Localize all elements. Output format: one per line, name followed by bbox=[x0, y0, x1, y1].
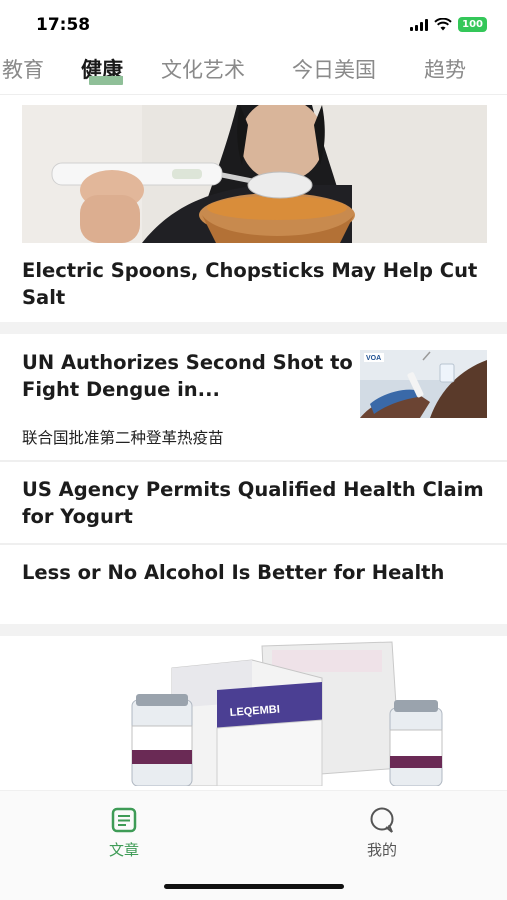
tab-trends[interactable]: 趋势 bbox=[424, 54, 466, 84]
category-tabs: 教育 健康 文化艺术 今日美国 趋势 bbox=[0, 50, 507, 94]
nav-articles[interactable]: 文章 bbox=[94, 807, 154, 860]
article-hero-image[interactable] bbox=[22, 105, 487, 243]
battery-indicator: 100 bbox=[458, 17, 487, 32]
article-thumbnail[interactable]: VOA bbox=[360, 350, 487, 418]
article-title[interactable]: US Agency Permits Qualified Health Claim… bbox=[22, 476, 492, 530]
section-gap bbox=[0, 624, 507, 636]
nav-profile-label: 我的 bbox=[366, 841, 397, 859]
status-time: 17:58 bbox=[36, 15, 91, 35]
tab-culture-art[interactable]: 文化艺术 bbox=[161, 54, 245, 84]
status-bar: 17:58 100 bbox=[0, 0, 507, 48]
divider bbox=[0, 543, 507, 545]
article-title[interactable]: Less or No Alcohol Is Better for Health bbox=[22, 559, 482, 586]
article-title[interactable]: UN Authorizes Second Shot to Fight Dengu… bbox=[22, 349, 357, 403]
spoon-bowl-photo bbox=[22, 105, 487, 243]
signal-icon bbox=[410, 18, 429, 31]
vaccine-syringe-photo: VOA bbox=[360, 350, 487, 418]
wifi-icon bbox=[434, 18, 452, 31]
article-title[interactable]: Electric Spoons, Chopsticks May Help Cut… bbox=[22, 257, 482, 311]
home-indicator bbox=[164, 884, 344, 889]
thumb-brand-text: VOA bbox=[366, 355, 381, 362]
article-icon bbox=[111, 807, 137, 833]
divider bbox=[0, 94, 507, 95]
tab-education[interactable]: 教育 bbox=[2, 54, 44, 84]
profile-chat-icon bbox=[370, 807, 394, 833]
section-gap bbox=[0, 322, 507, 334]
medicine-box-photo: LEQEMBI bbox=[22, 638, 487, 786]
active-tab-indicator bbox=[89, 76, 123, 85]
article-hero-image[interactable]: LEQEMBI bbox=[22, 638, 487, 786]
status-icons: 100 bbox=[410, 17, 487, 32]
article-subtitle: 联合国批准第二种登革热疫苗 bbox=[22, 429, 224, 447]
divider bbox=[0, 460, 507, 462]
nav-profile[interactable]: 我的 bbox=[352, 807, 412, 860]
nav-articles-label: 文章 bbox=[108, 841, 139, 859]
tab-today-usa[interactable]: 今日美国 bbox=[292, 54, 376, 84]
